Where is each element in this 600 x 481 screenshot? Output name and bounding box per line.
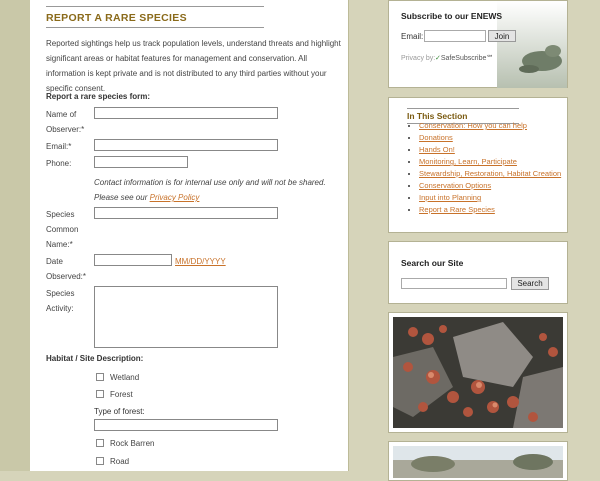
habitat-title: Habitat / Site Description: [46,354,144,363]
section-link-monitoring[interactable]: Monitoring, Learn, Participate [419,156,561,168]
species-field[interactable] [94,207,278,219]
section-link-donations[interactable]: Donations [419,132,561,144]
search-box: Search our Site Search [388,241,568,304]
form-title: Report a rare species form: [46,92,151,101]
search-button[interactable]: Search [511,277,549,290]
email-label: Email:* [46,142,72,151]
sidebar-photo-landscape [388,441,568,481]
date-label: Date Observed:* [46,257,87,281]
join-button[interactable]: Join [488,30,516,42]
forest-label: Forest [110,390,133,399]
activity-label: Species Activity: [46,289,75,313]
rock-barren-label: Rock Barren [110,439,155,448]
in-this-section-box: In This Section Conservation: How you ca… [388,97,568,233]
enews-email-label: Email: [401,32,424,41]
name-label: Name of Observer:* [46,110,85,134]
enews-title: Subscribe to our ENEWS [401,11,503,21]
rare-plant-photo [393,317,563,428]
privacy-by-label: Privacy by: [401,55,436,62]
email-field[interactable] [94,139,278,151]
frog-icon [497,1,567,88]
main-content: REPORT A RARE SPECIES Reported sightings… [30,0,349,471]
wetland-checkbox[interactable] [96,373,104,381]
enews-email-field[interactable] [424,30,486,42]
date-field[interactable] [94,254,172,266]
section-link-report[interactable]: Report a Rare Species [419,204,561,216]
activity-textarea[interactable] [94,286,278,348]
phone-field[interactable] [94,156,188,168]
forest-type-label: Type of forest: [94,407,145,416]
road-checkbox[interactable] [96,457,104,465]
privacy-policy-link[interactable]: Privacy Policy [150,193,200,202]
forest-checkbox[interactable] [96,390,104,398]
page-title: REPORT A RARE SPECIES [46,6,264,28]
intro-paragraph: Reported sightings help us track populat… [46,39,341,93]
safesubscribe-logo: ✓SafeSubscribe℠ [435,55,494,62]
enews-box: Subscribe to our ENEWS Email: Join Priva… [388,0,568,88]
contact-note: Contact information is for internal use … [94,178,326,202]
section-links: Conservation: How you can help Donations… [407,120,561,216]
sidebar-photo-plants [388,312,568,433]
section-link-stewardship[interactable]: Stewardship, Restoration, Habitat Creati… [419,168,561,180]
left-margin-strip [0,0,30,471]
section-link-conservation-options[interactable]: Conservation Options [419,180,561,192]
date-format-hint: MM/DD/YYYY [175,257,226,266]
search-input[interactable] [401,278,507,289]
search-title: Search our Site [401,258,464,268]
wetland-label: Wetland [110,373,140,382]
section-link-hands-on[interactable]: Hands On! [419,144,561,156]
section-link-planning[interactable]: Input into Planning [419,192,561,204]
landscape-photo [393,446,563,478]
rock-barren-checkbox[interactable] [96,439,104,447]
phone-label: Phone: [46,159,72,168]
forest-type-field[interactable] [94,419,278,431]
section-link-conservation[interactable]: Conservation: How you can help [419,120,561,132]
road-label: Road [110,457,130,466]
name-field[interactable] [94,107,278,119]
species-label: Species Common Name:* [46,210,79,249]
